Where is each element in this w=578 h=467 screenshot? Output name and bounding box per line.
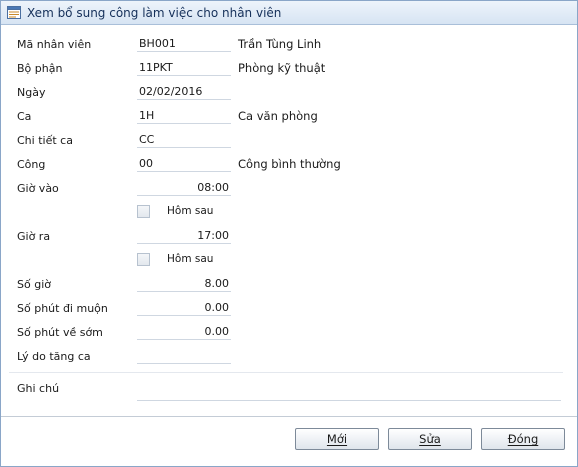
department-name-text: Phòng kỹ thuật — [238, 61, 326, 75]
late-minutes-field[interactable]: 0.00 — [137, 299, 231, 316]
close-button[interactable]: Đóng — [481, 428, 565, 450]
work-type-field[interactable]: 00 — [137, 155, 231, 172]
divider — [9, 372, 563, 373]
work-type-label: Công — [17, 158, 46, 171]
overtime-reason-label: Lý do tăng ca — [17, 350, 91, 363]
date-field[interactable]: 02/02/2016 — [137, 83, 231, 100]
shift-name-text: Ca văn phòng — [238, 109, 318, 123]
time-in-next-day-label: Hôm sau — [167, 205, 214, 217]
employee-code-label: Mã nhân viên — [17, 38, 92, 51]
overtime-reason-field[interactable] — [137, 347, 231, 364]
dialog-window: Xem bổ sung công làm việc cho nhân viên … — [0, 0, 578, 467]
employee-code-field[interactable]: BH001 — [137, 35, 231, 52]
checkbox-box[interactable] — [137, 205, 150, 218]
work-type-name-text: Công bình thường — [238, 157, 341, 171]
time-in-label: Giờ vào — [17, 182, 59, 195]
department-label: Bộ phận — [17, 62, 63, 75]
shift-label: Ca — [17, 110, 32, 123]
shift-field[interactable]: 1H — [137, 107, 231, 124]
early-minutes-field[interactable]: 0.00 — [137, 323, 231, 340]
new-button-label: Mới — [326, 432, 348, 446]
time-out-label: Giờ ra — [17, 230, 51, 243]
hours-field[interactable]: 8.00 — [137, 275, 231, 292]
department-field[interactable]: 11PKT — [137, 59, 231, 76]
time-in-field[interactable]: 08:00 — [137, 179, 231, 196]
date-label: Ngày — [17, 86, 46, 99]
time-out-field[interactable]: 17:00 — [137, 227, 231, 244]
note-underline — [137, 400, 561, 401]
checkbox-box[interactable] — [137, 253, 150, 266]
hours-label: Số giờ — [17, 278, 51, 291]
new-button[interactable]: Mới — [295, 428, 379, 450]
window-title: Xem bổ sung công làm việc cho nhân viên — [27, 6, 282, 20]
time-out-next-day-label: Hôm sau — [167, 253, 214, 265]
early-minutes-label: Số phút về sớm — [17, 326, 103, 339]
late-minutes-label: Số phút đi muộn — [17, 302, 108, 315]
note-label: Ghi chú — [17, 382, 60, 395]
window-form-icon — [7, 6, 21, 19]
close-button-label: Đóng — [507, 432, 539, 446]
shift-detail-field[interactable]: CC — [137, 131, 231, 148]
edit-button[interactable]: Sửa — [388, 428, 472, 450]
edit-button-label: Sửa — [419, 432, 441, 446]
employee-name-text: Trần Tùng Linh — [238, 37, 322, 51]
shift-detail-label: Chi tiết ca — [17, 134, 73, 147]
title-bar: Xem bổ sung công làm việc cho nhân viên — [1, 1, 577, 25]
note-field[interactable] — [137, 383, 561, 400]
